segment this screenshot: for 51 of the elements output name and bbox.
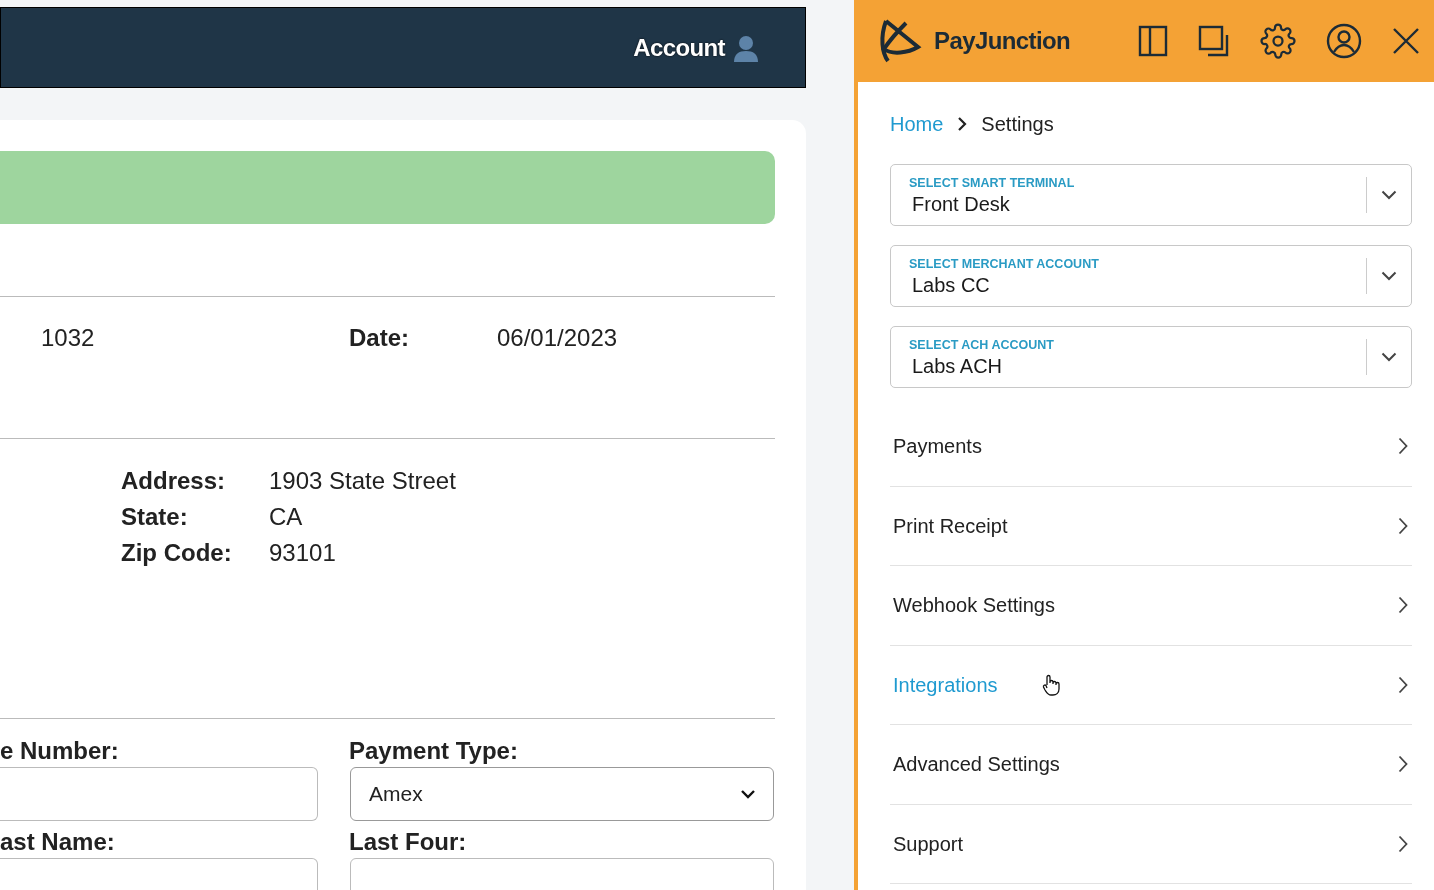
hand-cursor-icon xyxy=(1041,673,1060,696)
account-select[interactable]: SELECT SMART TERMINAL Front Desk xyxy=(890,164,1412,226)
chevron-right-icon xyxy=(1398,834,1408,853)
field-label: State: xyxy=(121,502,189,532)
select-value: Labs CC xyxy=(911,273,991,298)
field-label: Last Four: xyxy=(349,827,467,857)
breadcrumb-current: Settings xyxy=(981,111,1054,137)
account-select[interactable]: SELECT MERCHANT ACCOUNT Labs CC xyxy=(890,245,1412,307)
chevron-down-icon xyxy=(741,789,755,799)
close-icon[interactable] xyxy=(1392,27,1420,55)
invoice-number: 1032 xyxy=(41,323,96,353)
field-label: Address: xyxy=(121,466,227,496)
field-value: CA xyxy=(269,502,303,532)
user-icon xyxy=(733,33,759,62)
select-value: Labs ACH xyxy=(911,354,1004,379)
chevron-down-icon xyxy=(1381,190,1397,200)
chevron-right-icon xyxy=(1398,437,1408,456)
field-label: ast Name: xyxy=(0,827,116,857)
field-value: 93101 xyxy=(269,538,336,568)
date-label: Date: xyxy=(349,323,410,353)
menu-item[interactable]: Payments xyxy=(890,407,1412,487)
chevron-down-icon xyxy=(1381,352,1397,362)
field-value: 1903 State Street xyxy=(269,466,456,496)
menu-item[interactable]: Advanced Settings xyxy=(890,725,1412,805)
chevron-down-icon xyxy=(1381,271,1397,281)
split-view-icon[interactable] xyxy=(1138,25,1168,57)
account-select[interactable]: SELECT ACH ACCOUNT Labs ACH xyxy=(890,326,1412,388)
chevron-right-icon xyxy=(1398,516,1408,535)
brand-name: PayJunction xyxy=(934,26,1071,56)
chevron-right-icon xyxy=(957,115,968,132)
input-field[interactable] xyxy=(0,767,318,821)
settings-icon[interactable] xyxy=(1260,23,1296,59)
chevron-right-icon xyxy=(1398,596,1408,615)
select-label: SELECT ACH ACCOUNT xyxy=(909,337,1055,353)
chevron-right-icon xyxy=(1398,755,1408,774)
brand-logo-icon xyxy=(878,17,924,65)
user-account-icon[interactable] xyxy=(1326,23,1362,59)
date-value: 06/01/2023 xyxy=(497,323,618,353)
field-label: Zip Code: xyxy=(121,538,233,568)
select-value: Front Desk xyxy=(911,192,1011,217)
account-link[interactable]: Account xyxy=(633,29,759,66)
payment-type-select[interactable]: Amex xyxy=(350,767,774,821)
menu-item[interactable]: Webhook Settings xyxy=(890,566,1412,646)
chevron-right-icon xyxy=(1398,675,1408,694)
menu-item[interactable]: Support xyxy=(890,804,1412,884)
field-label: e Number: xyxy=(0,736,120,766)
select-label: SELECT MERCHANT ACCOUNT xyxy=(909,256,1100,272)
field-label: Payment Type: xyxy=(349,736,518,766)
menu-item[interactable]: Print Receipt xyxy=(890,486,1412,566)
popout-window-icon[interactable] xyxy=(1198,25,1230,57)
select-label: SELECT SMART TERMINAL xyxy=(909,175,1076,191)
